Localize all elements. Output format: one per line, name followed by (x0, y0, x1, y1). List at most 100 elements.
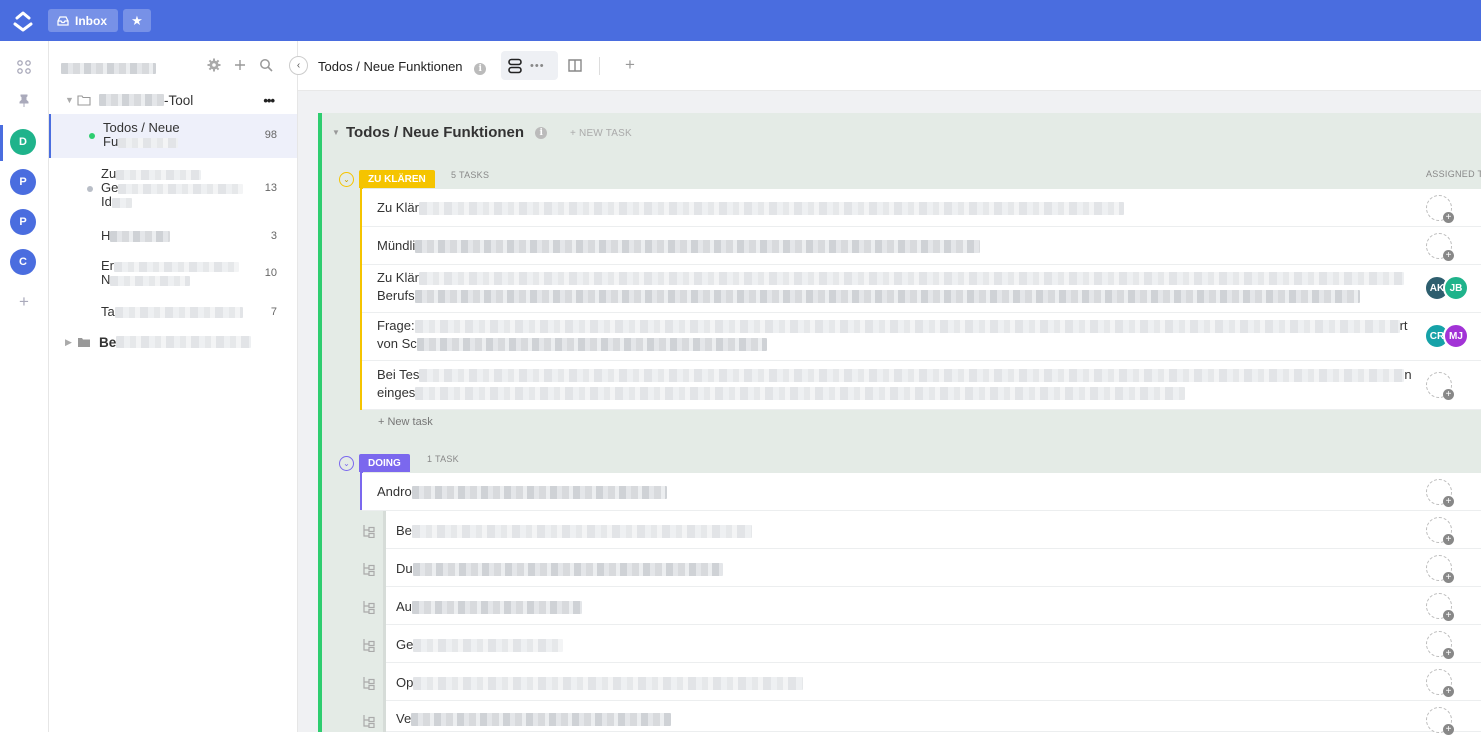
subtask-row[interactable]: Be (386, 511, 1481, 549)
new-task-link[interactable]: + New task (378, 416, 433, 428)
list-label: H (101, 229, 171, 243)
folder-item[interactable]: ▼ -Tool ••• (65, 90, 290, 110)
list-item-2[interactable]: Zu Ge Id 13 (49, 165, 297, 215)
folder-icon (77, 95, 91, 106)
assign-user-icon[interactable] (1426, 195, 1454, 223)
assign-user-icon[interactable] (1426, 593, 1454, 621)
add-space-button[interactable]: + (13, 291, 35, 313)
status-badge-zu-klaeren[interactable]: ZU KLÄREN (359, 170, 435, 188)
add-view-button[interactable]: + (625, 55, 635, 75)
apps-grid-icon[interactable] (13, 56, 35, 78)
gear-icon[interactable] (207, 58, 221, 72)
assign-user-icon[interactable] (1426, 669, 1454, 697)
subtask-icon (363, 563, 375, 576)
board-title: Todos / Neue Funktionen i (346, 124, 548, 141)
assigned-column-header: ASSIGNED TO (1426, 169, 1481, 179)
space-avatar-d[interactable]: D (10, 129, 36, 155)
caret-down-icon[interactable]: ▼ (332, 128, 340, 137)
favorites-button[interactable]: ★ (123, 9, 151, 32)
inbox-icon (57, 15, 69, 26)
sidebar-tools (207, 58, 273, 72)
list-count: 13 (264, 182, 277, 194)
list-view-icon[interactable] (508, 58, 522, 74)
caret-right-icon[interactable]: ▶ (65, 337, 77, 348)
status-badge-doing[interactable]: DOING (359, 454, 410, 472)
list-label: Zu Ge Id (101, 167, 244, 209)
list-item-3[interactable]: H 3 (49, 227, 297, 247)
list-item-5[interactable]: Ta 7 (49, 303, 297, 323)
assign-user-icon[interactable] (1426, 372, 1454, 400)
task-row[interactable]: Frage: rt von Sc CR MJ (362, 313, 1481, 361)
subtask-icon (363, 601, 375, 614)
list-header: ‹ Todos / Neue Funktionen i ••• + (289, 41, 1481, 91)
list-item-todos-neue-funktionen[interactable]: Todos / Neue Fu 98 (49, 114, 297, 158)
view-switcher: ••• (501, 51, 558, 80)
assign-user-icon[interactable] (1426, 631, 1454, 659)
subtask-row[interactable]: Op (386, 663, 1481, 701)
collapse-group-icon[interactable]: ⌄ (339, 456, 354, 471)
assignee-avatar[interactable]: MJ (1443, 323, 1469, 349)
collapse-group-icon[interactable]: ⌄ (339, 172, 354, 187)
info-icon[interactable]: i (535, 127, 548, 139)
folder-name-prefix: Be (99, 334, 117, 350)
caret-down-icon[interactable]: ▼ (65, 95, 77, 105)
subtask-name[interactable]: Be (396, 523, 752, 539)
clickup-logo-icon[interactable] (11, 9, 35, 33)
task-name[interactable]: Andro (377, 483, 667, 501)
subtask-row[interactable]: Au (386, 587, 1481, 625)
active-space-indicator (0, 125, 3, 161)
task-row[interactable]: Andro (362, 473, 1481, 511)
assign-user-icon[interactable] (1426, 555, 1454, 583)
folder-item-2[interactable]: ▶ Be (65, 332, 290, 352)
inbox-button[interactable]: Inbox (48, 9, 118, 32)
subtask-row[interactable]: Ge (386, 625, 1481, 663)
assign-user-icon[interactable] (1426, 479, 1454, 507)
search-icon[interactable] (259, 58, 273, 72)
task-row[interactable]: Mündli (362, 227, 1481, 265)
subtask-name[interactable]: Ve (396, 711, 672, 727)
info-icon[interactable]: i (474, 63, 487, 75)
breadcrumb-title[interactable]: Todos / Neue Funktionen (318, 59, 463, 74)
list-status-dot (87, 186, 93, 192)
collapse-sidebar-button[interactable]: ‹ (289, 56, 308, 75)
list-board: ▼ Todos / Neue Funktionen i + NEW TASK ⌄… (318, 113, 1481, 735)
task-row[interactable]: Bei Tes n einges (362, 361, 1481, 410)
list-label: Er N (101, 259, 239, 287)
plus-icon[interactable] (233, 58, 247, 72)
main-content: ‹ Todos / Neue Funktionen i ••• + ▼ Todo… (289, 41, 1481, 735)
folder-menu-button[interactable]: ••• (263, 93, 275, 108)
subtask-name[interactable]: Ge (396, 637, 564, 653)
subtask-name[interactable]: Au (396, 599, 582, 615)
space-avatar-c[interactable]: C (10, 249, 36, 275)
assign-user-icon[interactable] (1426, 233, 1454, 261)
task-name[interactable]: Frage: rt von Sc (377, 317, 1408, 353)
subtask-name[interactable]: Op (396, 675, 804, 691)
space-avatar-p2[interactable]: P (10, 209, 36, 235)
task-row[interactable]: Zu Klär Berufs AK JB (362, 265, 1481, 313)
group-task-count: 5 TASKS (451, 170, 490, 180)
folder-name-redacted (116, 336, 252, 348)
list-item-4[interactable]: Er N 10 (49, 258, 297, 294)
subtask-row[interactable]: Ve (386, 701, 1481, 735)
assign-user-icon[interactable] (1426, 517, 1454, 545)
task-name[interactable]: Bei Tes n einges (377, 366, 1412, 402)
list-count: 3 (270, 230, 277, 242)
task-name[interactable]: Zu Klär Berufs (377, 269, 1404, 305)
subtask-row[interactable]: Du (386, 549, 1481, 587)
subtask-icon (363, 639, 375, 652)
pin-icon[interactable] (13, 90, 35, 112)
new-task-button[interactable]: + NEW TASK (570, 128, 632, 139)
space-name-redacted (61, 60, 171, 78)
folder-filled-icon (78, 338, 90, 347)
spaces-rail: D P P C + (0, 41, 49, 732)
subtask-name[interactable]: Du (396, 561, 723, 577)
space-avatar-p1[interactable]: P (10, 169, 36, 195)
assign-user-icon[interactable] (1426, 707, 1454, 735)
board-view-icon[interactable] (568, 59, 582, 73)
task-row[interactable]: Zu Klär (362, 189, 1481, 227)
task-name[interactable]: Mündli (377, 237, 981, 255)
assignee-avatar[interactable]: JB (1443, 275, 1469, 301)
view-more-button[interactable]: ••• (530, 60, 545, 72)
task-name[interactable]: Zu Klär (377, 199, 1124, 217)
group-task-count: 1 TASK (427, 454, 459, 464)
